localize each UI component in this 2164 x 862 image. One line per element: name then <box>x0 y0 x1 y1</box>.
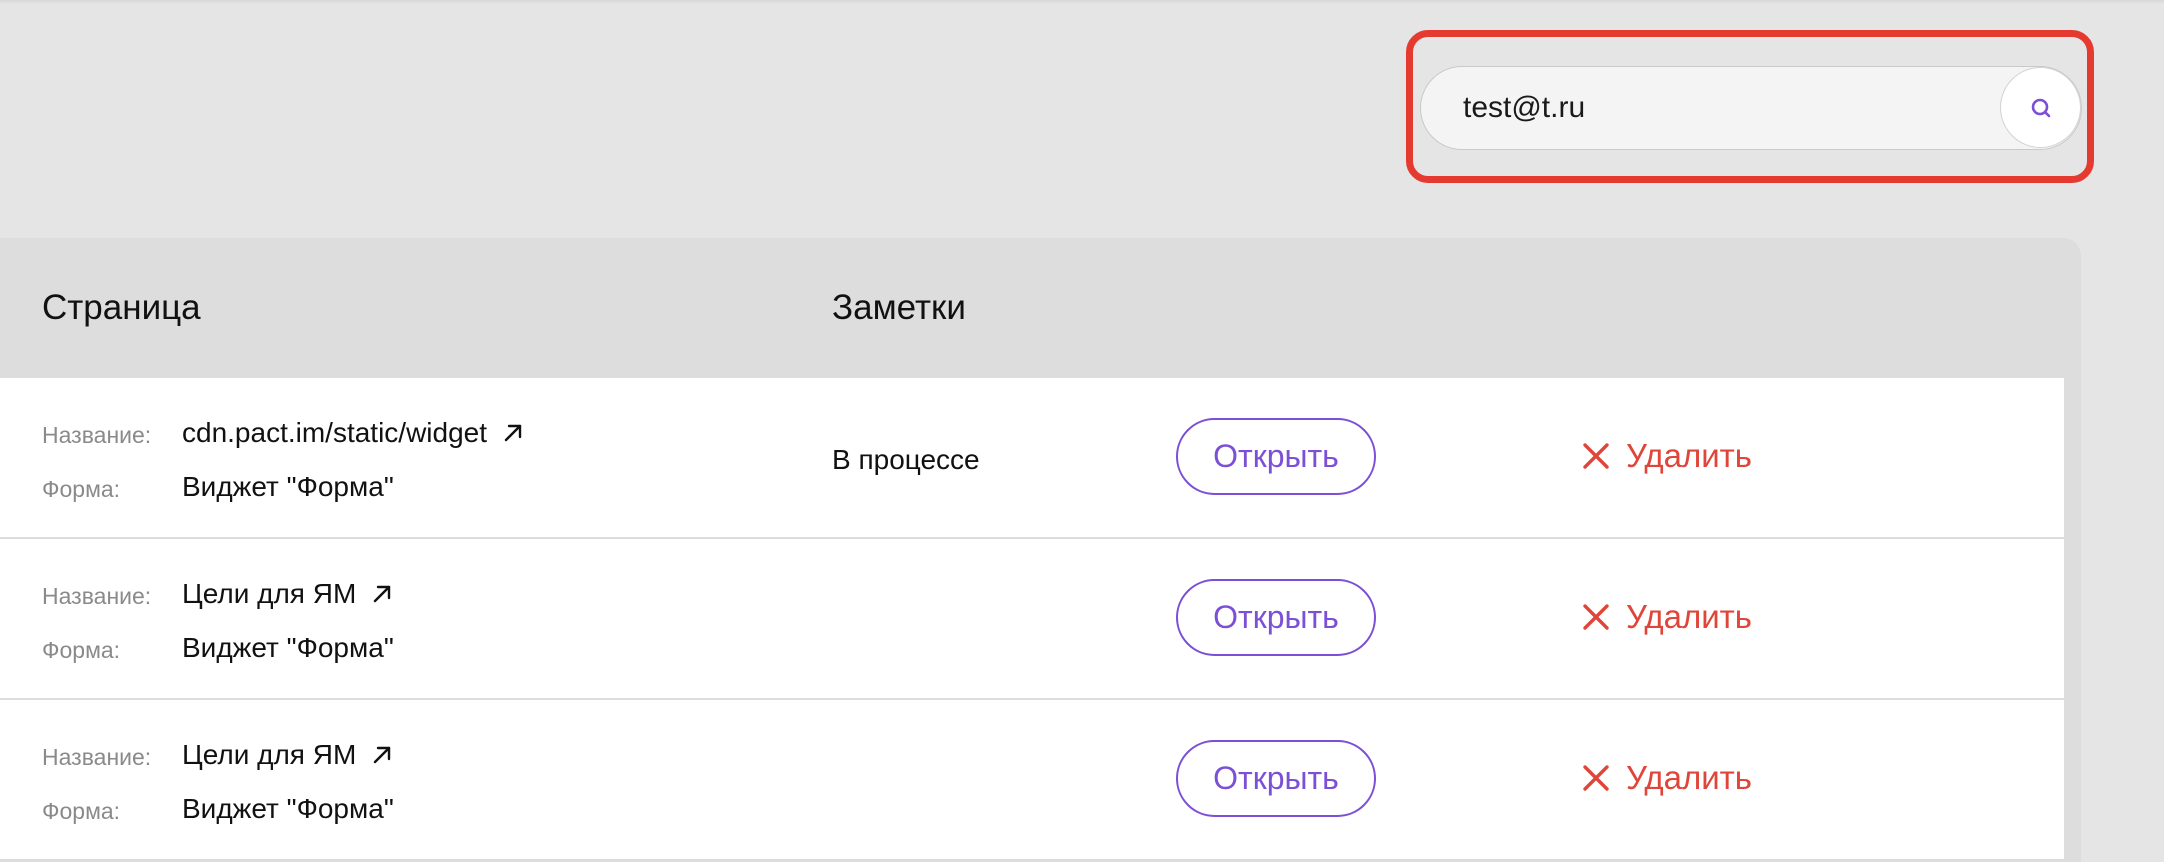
page-name-link[interactable]: cdn.pact.im/static/widget <box>182 415 487 451</box>
form-value: Виджет "Форма" <box>182 793 394 824</box>
external-link-icon[interactable] <box>501 421 525 445</box>
delete-label: Удалить <box>1626 598 1752 635</box>
name-label: Название: <box>42 583 152 609</box>
table-panel: Страница Заметки Название: cdn.pact.im/s… <box>0 238 2081 862</box>
delete-label: Удалить <box>1626 759 1752 796</box>
top-shadow <box>0 0 2164 4</box>
form-value: Виджет "Форма" <box>182 471 394 502</box>
table-header: Страница Заметки <box>0 238 2064 378</box>
open-button[interactable]: Открыть <box>1176 418 1376 495</box>
table-row: Название: Цели для ЯМ Форма: Виджет "Фор… <box>0 539 2064 700</box>
external-link-icon[interactable] <box>370 582 394 606</box>
column-header-page: Страница <box>42 288 201 327</box>
column-header-notes: Заметки <box>832 288 966 327</box>
search-box <box>1420 66 2082 150</box>
page-name: Цели для ЯМ <box>182 737 394 773</box>
open-button[interactable]: Открыть <box>1176 740 1376 817</box>
table-row: Название: Цели для ЯМ Форма: Виджет "Фор… <box>0 700 2064 861</box>
form-value: Виджет "Форма" <box>182 632 394 663</box>
page-name: cdn.pact.im/static/widget <box>182 415 525 451</box>
delete-button[interactable]: Удалить <box>1582 594 1752 640</box>
name-label: Название: <box>42 422 152 448</box>
form-label: Форма: <box>42 637 121 663</box>
close-icon <box>1583 765 1609 791</box>
external-link-icon[interactable] <box>370 743 394 767</box>
delete-button[interactable]: Удалить <box>1582 433 1752 479</box>
form-label: Форма: <box>42 476 121 502</box>
table-rows: Название: cdn.pact.im/static/widget Форм… <box>0 378 2064 861</box>
note-text: В процессе <box>832 444 980 475</box>
page-name: Цели для ЯМ <box>182 576 394 612</box>
table-row: Название: cdn.pact.im/static/widget Форм… <box>0 378 2064 539</box>
search-icon <box>2031 98 2050 117</box>
close-icon <box>1583 443 1609 469</box>
search-input[interactable] <box>1463 67 1983 148</box>
delete-button[interactable]: Удалить <box>1582 755 1752 801</box>
form-label: Форма: <box>42 798 121 824</box>
close-icon <box>1583 604 1609 630</box>
delete-label: Удалить <box>1626 437 1752 474</box>
name-label: Название: <box>42 744 152 770</box>
search-button[interactable] <box>2000 67 2081 148</box>
page-name-link[interactable]: Цели для ЯМ <box>182 737 356 773</box>
open-button[interactable]: Открыть <box>1176 579 1376 656</box>
page-name-link[interactable]: Цели для ЯМ <box>182 576 356 612</box>
